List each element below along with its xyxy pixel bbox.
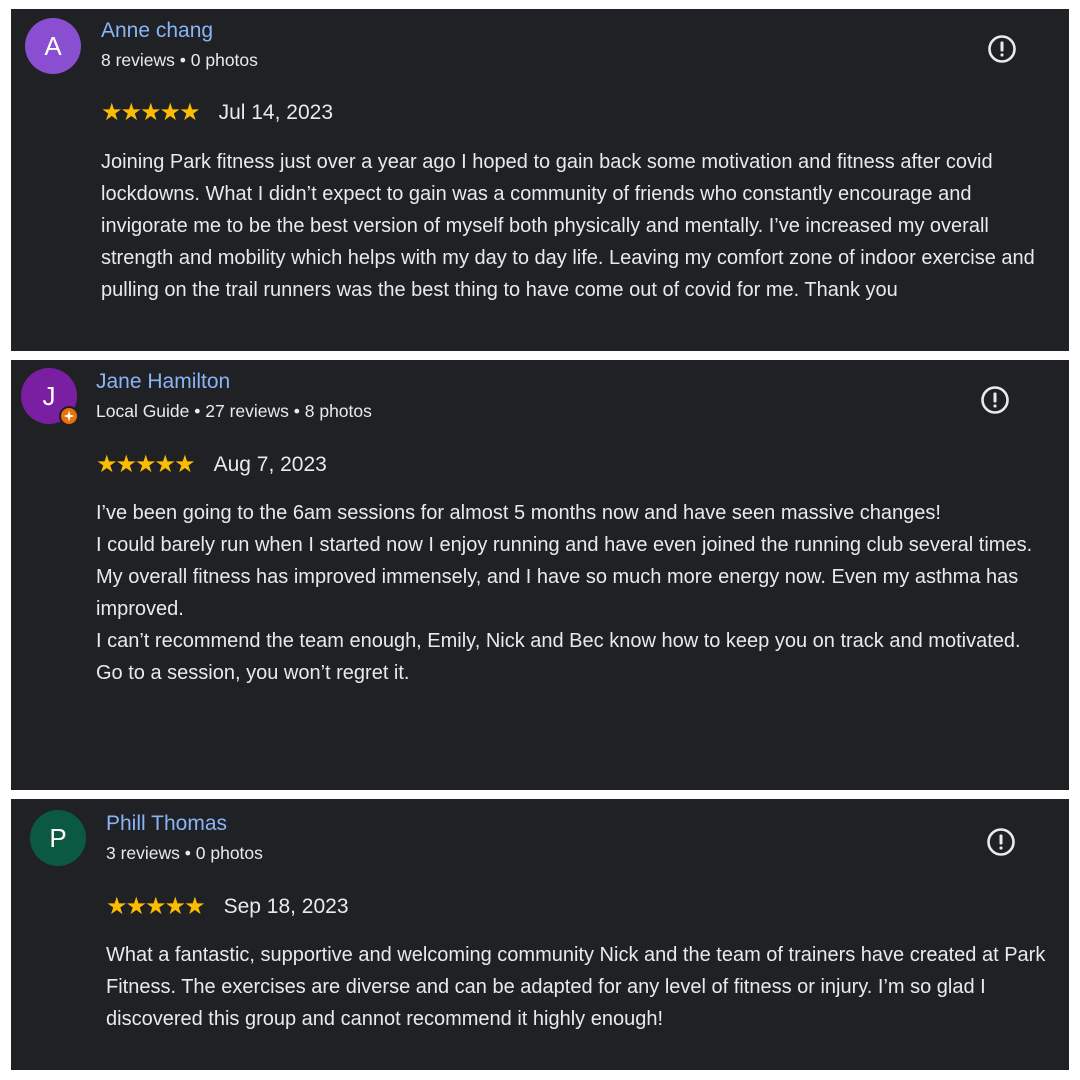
avatar-letter: J [42,381,56,411]
star-rating: ★★★★★ [96,451,196,478]
report-icon[interactable] [986,33,1018,65]
avatar-letter: P [49,823,67,853]
reviewer-meta: 3 reviews • 0 photos [106,843,263,863]
star-rating: ★★★★★ [106,893,206,920]
rating-row: ★★★★★ Aug 7, 2023 [96,451,327,479]
review-paragraph: I can’t recommend the team enough, Emily… [96,630,1021,652]
review-text: What a fantastic, supportive and welcomi… [106,939,1046,1035]
review-paragraph: Go to a session, you won’t regret it. [96,662,410,684]
review-paragraph: My overall fitness has improved immensel… [96,566,1019,620]
avatar[interactable]: A [25,18,81,74]
review-paragraph: I’ve been going to the 6am sessions for … [96,502,941,524]
review-card: J Jane Hamilton Local Guide • 27 reviews… [11,360,1069,790]
avatar[interactable]: P [30,810,86,866]
reviewer-meta: 8 reviews • 0 photos [101,50,258,70]
review-paragraph: I could barely run when I started now I … [96,534,1033,556]
local-guide-badge-icon [59,406,79,426]
reviewer-name[interactable]: Anne chang [101,18,213,44]
reviewer-name[interactable]: Jane Hamilton [96,369,230,395]
report-icon[interactable] [985,826,1017,858]
review-date: Aug 7, 2023 [213,453,327,476]
review-text: I’ve been going to the 6am sessions for … [96,497,1036,689]
report-icon[interactable] [979,384,1011,416]
review-date: Sep 18, 2023 [223,895,349,918]
rating-row: ★★★★★ Jul 14, 2023 [101,99,333,127]
review-card: A Anne chang 8 reviews • 0 photos ★★★★★ … [11,9,1069,351]
avatar-letter: A [44,31,62,61]
avatar[interactable]: J [21,368,79,426]
review-paragraph: Joining Park fitness just over a year ag… [101,151,1035,301]
reviewer-name[interactable]: Phill Thomas [106,811,227,837]
review-date: Jul 14, 2023 [218,101,334,124]
review-paragraph: What a fantastic, supportive and welcomi… [106,944,1046,1030]
review-text: Joining Park fitness just over a year ag… [101,146,1051,306]
review-card: P Phill Thomas 3 reviews • 0 photos ★★★★… [11,799,1069,1070]
star-rating: ★★★★★ [101,99,201,126]
rating-row: ★★★★★ Sep 18, 2023 [106,893,349,921]
reviewer-meta: Local Guide • 27 reviews • 8 photos [96,401,372,421]
